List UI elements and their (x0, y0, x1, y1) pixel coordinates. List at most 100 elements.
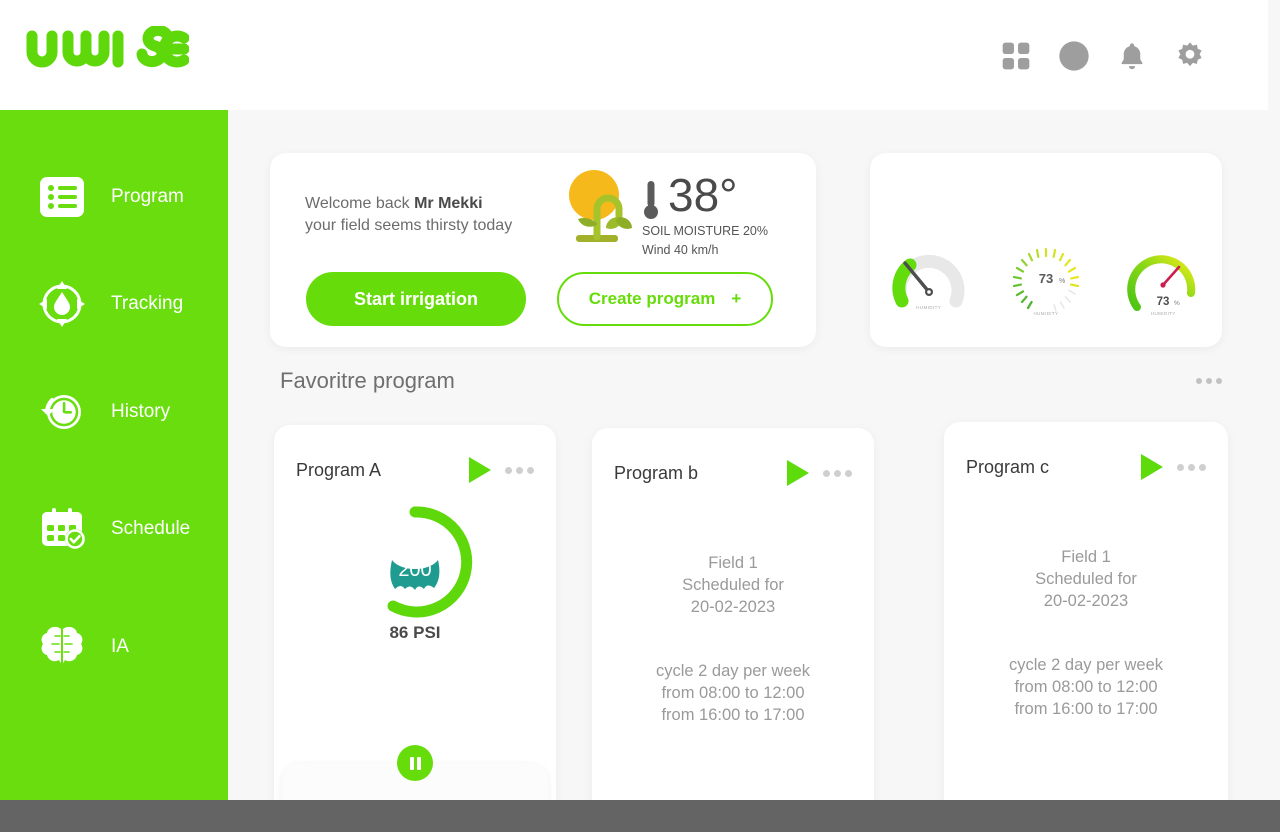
avatar-icon[interactable] (1058, 40, 1090, 72)
pressure-ring-icon: 200 (387, 506, 473, 618)
dot (1188, 463, 1195, 471)
program-card-header: Program A (296, 457, 534, 483)
dot (1177, 463, 1184, 471)
dot (1216, 378, 1222, 384)
section-title: Favoritre program (280, 368, 455, 393)
grid-apps-icon[interactable] (1000, 40, 1032, 72)
cycle-text: cycle 2 day per week (655, 662, 811, 680)
gauge-caption: HUMIDITY (916, 305, 942, 310)
gear-icon[interactable] (1174, 40, 1206, 72)
program-more-button[interactable] (823, 469, 852, 477)
pressure-gauge[interactable]: 73 % HUMIDITY (1117, 245, 1209, 316)
brain-icon (35, 620, 89, 674)
calendar-check-icon (35, 502, 89, 556)
time-window-2: from 16:00 to 17:00 (661, 706, 805, 724)
clock-history-icon (35, 385, 89, 439)
weather-readout: 38° SOIL MOISTURE 20% Wind 40 km/h (642, 171, 822, 259)
sidebar-item-program[interactable]: Program (0, 164, 228, 230)
gauge-value: 73 (1157, 296, 1170, 308)
play-icon[interactable] (469, 457, 491, 483)
water-drop-tracking-icon (35, 277, 89, 331)
app-header (0, 0, 1268, 110)
pause-bar (409, 756, 414, 770)
start-irrigation-button[interactable]: Start irrigation (306, 272, 526, 326)
app-root: Program Tracking History Schedule IA Wel… (0, 0, 1280, 832)
welcome-message: Welcome back Mr Mekki your field seems t… (305, 193, 512, 237)
sidebar-item-label: IA (111, 636, 129, 657)
program-cycle-info: cycle 2 day per week from 08:00 to 12:00… (944, 654, 1228, 720)
program-card-a[interactable]: Program A 200 86 PSI 00 h : 00 min : (274, 425, 556, 832)
pressure-ring: 200 86 PSI (274, 503, 556, 643)
dot (1206, 378, 1212, 384)
program-card-c[interactable]: Program c Field 1 Scheduled for 20-02-20… (944, 422, 1228, 832)
play-icon[interactable] (1141, 454, 1163, 480)
gauge-unit: % (1059, 278, 1065, 285)
program-cycle-info: cycle 2 day per week from 08:00 to 12:00… (592, 660, 874, 726)
scheduled-label: Scheduled for (1035, 570, 1137, 588)
favorites-section-header: Favoritre program (280, 368, 1228, 394)
sun-wilting-plant-icon (569, 170, 632, 242)
pause-icon[interactable] (397, 745, 433, 781)
dot (516, 466, 523, 474)
favorites-more-button[interactable] (1190, 372, 1228, 390)
program-more-button[interactable] (505, 466, 534, 474)
main-content: Welcome back Mr Mekki your field seems t… (228, 110, 1280, 832)
moisture-gauge[interactable]: 73 % HUMIDITY (1000, 245, 1092, 316)
sidebar-item-label: Schedule (111, 518, 191, 539)
dot (1199, 463, 1206, 471)
scheduled-date: 20-02-2023 (1043, 592, 1129, 610)
sidebar-item-history[interactable]: History (0, 379, 228, 445)
program-title: Program A (296, 459, 382, 480)
play-icon[interactable] (787, 460, 809, 486)
header-icon-group (1000, 40, 1206, 72)
sidebar-item-label: History (111, 401, 171, 422)
gauge-value: 73 (1039, 271, 1053, 286)
program-schedule-info: Field 1 Scheduled for 20-02-2023 (944, 546, 1228, 612)
bottom-bar (0, 800, 1280, 832)
dot (527, 466, 534, 474)
sensor-gauges-card: HUMIDITY 73 % HUMIDITY 73 % HUMIDITY (870, 153, 1222, 347)
time-window-2: from 16:00 to 17:00 (1014, 700, 1158, 718)
gauges-row: HUMIDITY 73 % HUMIDITY 73 % HUMIDITY (870, 245, 1222, 316)
wind-text: Wind 40 km/h (642, 243, 719, 257)
sidebar-item-schedule[interactable]: Schedule (0, 496, 228, 562)
create-program-label: Create program (588, 289, 716, 308)
program-card-b[interactable]: Program b Field 1 Scheduled for 20-02-20… (592, 428, 874, 832)
uwise-logo-icon (26, 26, 189, 68)
sidebar: Program Tracking History Schedule IA (0, 110, 228, 800)
greeting-prefix: Welcome back (305, 195, 415, 212)
temperature-value: 38° (668, 169, 738, 221)
scheduled-date: 20-02-2023 (690, 598, 776, 616)
dot (845, 469, 852, 477)
scheduled-label: Scheduled for (682, 576, 784, 594)
program-more-button[interactable] (1177, 463, 1206, 471)
dot (505, 466, 512, 474)
sidebar-item-ia[interactable]: IA (0, 614, 228, 680)
list-icon (35, 170, 89, 224)
program-schedule-info: Field 1 Scheduled for 20-02-2023 (592, 552, 874, 618)
sidebar-item-tracking[interactable]: Tracking (0, 271, 228, 337)
dot (834, 469, 841, 477)
user-name: Mr Mekki (414, 195, 483, 212)
welcome-actions: Start irrigation Create program + (306, 272, 773, 326)
program-title: Program c (966, 456, 1050, 477)
thermometer-icon (644, 181, 658, 219)
field-name: Field 1 (1061, 548, 1111, 566)
gauge-caption: HUMIDITY (1033, 311, 1059, 316)
bell-icon[interactable] (1116, 40, 1148, 72)
dot (823, 469, 830, 477)
welcome-subtitle: your field seems thirsty today (305, 217, 513, 234)
gauge-unit: % (1174, 300, 1180, 307)
humidity-gauge[interactable]: HUMIDITY (883, 245, 975, 310)
program-card-header: Program b (614, 460, 852, 486)
time-window-1: from 08:00 to 12:00 (1014, 678, 1158, 696)
brand-logo[interactable] (24, 26, 189, 72)
dot (1196, 378, 1202, 384)
cycle-text: cycle 2 day per week (1008, 656, 1164, 674)
gauge-caption: HUMIDITY (1150, 311, 1176, 316)
plus-icon: + (731, 289, 742, 308)
create-program-button[interactable]: Create program + (557, 272, 773, 326)
program-card-header: Program c (966, 454, 1206, 480)
pause-bar (416, 756, 421, 770)
program-title: Program b (614, 462, 699, 483)
